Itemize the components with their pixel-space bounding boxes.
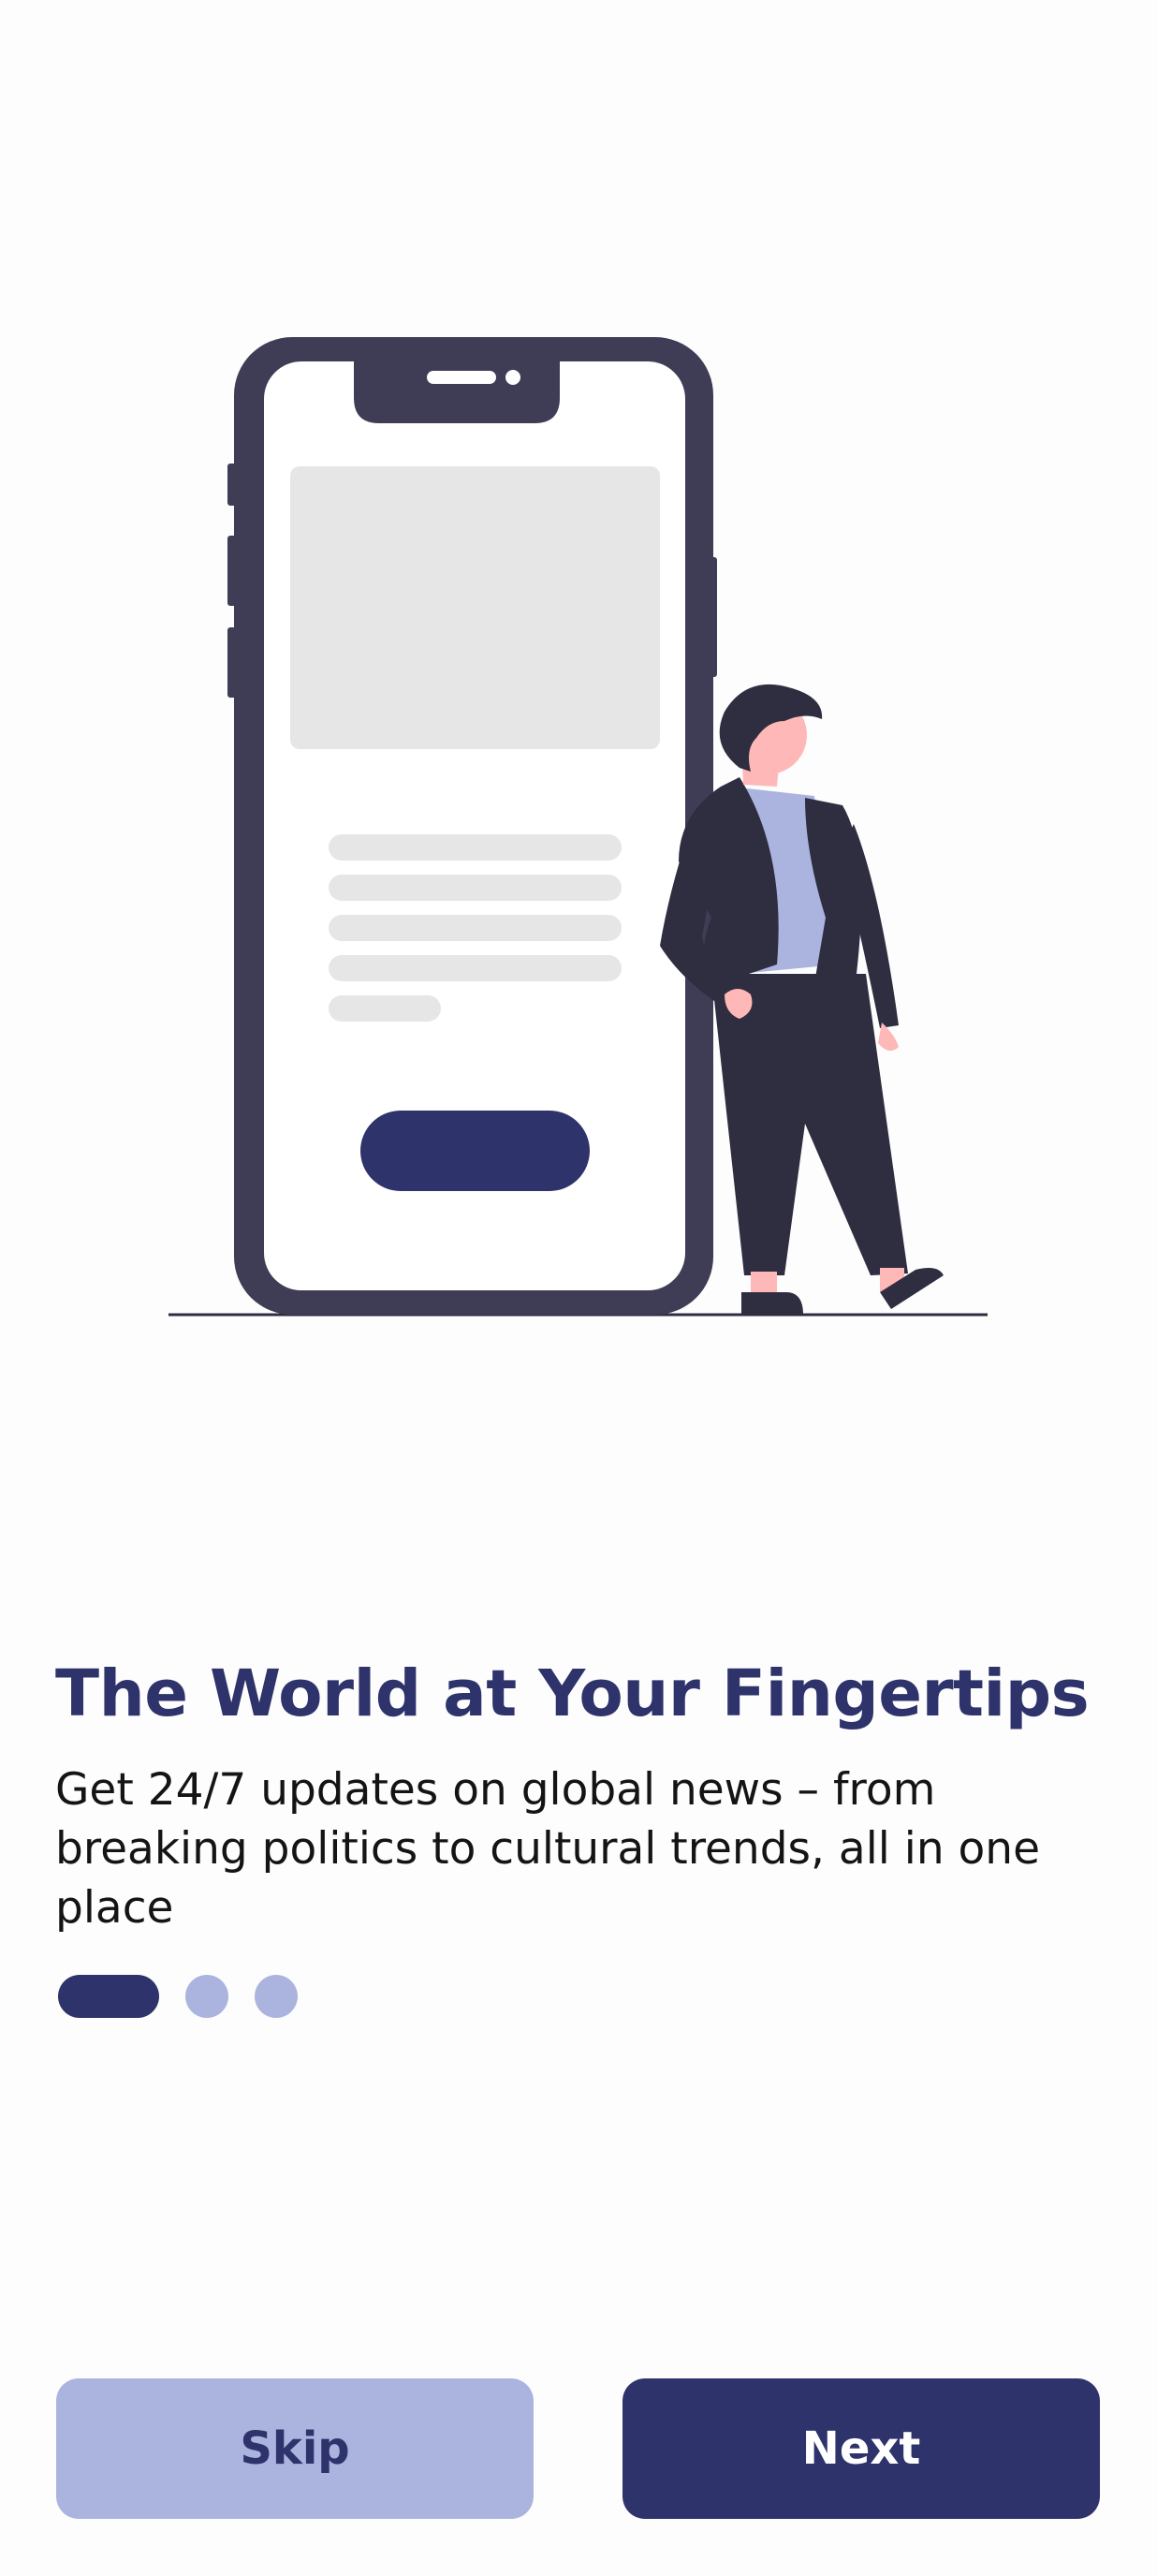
screen-text-line	[329, 955, 622, 981]
next-button[interactable]: Next	[622, 2378, 1100, 2519]
page-indicator-dot	[185, 1975, 228, 2018]
page-indicator-dot-active	[58, 1975, 159, 2018]
onboarding-description: Get 24/7 updates on global news – from b…	[55, 1764, 1041, 1934]
screen-image-placeholder	[290, 466, 660, 749]
phone-speaker	[427, 371, 496, 384]
screen-text-line	[329, 834, 622, 861]
onboarding-illustration	[168, 337, 988, 1317]
onboarding-screen: The World at Your Fingertips Get 24/7 up…	[0, 0, 1157, 2576]
person-shoe	[741, 1292, 803, 1315]
screen-text-line	[329, 875, 622, 901]
phone-camera	[505, 370, 520, 385]
screen-text-line	[329, 995, 441, 1022]
skip-button[interactable]: Skip	[56, 2378, 534, 2519]
page-indicator	[58, 1974, 324, 2019]
onboarding-title: The World at Your Fingertips	[55, 1656, 1090, 1731]
page-indicator-dot	[255, 1975, 298, 2018]
phone-notch	[354, 356, 560, 423]
screen-button	[360, 1111, 590, 1191]
screen-text-line	[329, 915, 622, 941]
